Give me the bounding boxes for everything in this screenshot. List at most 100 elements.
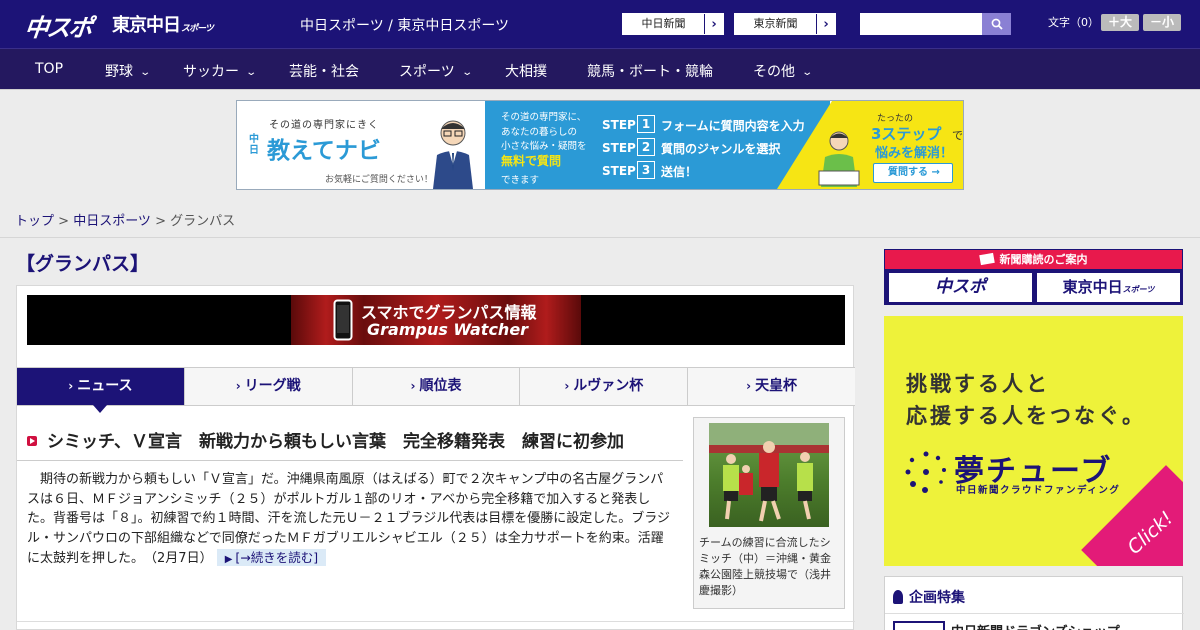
- nav-label: 野球: [105, 64, 133, 80]
- nav-label: 競馬・ボート・競輪: [587, 64, 713, 80]
- feature-heading-text: 企画特集: [909, 590, 965, 606]
- nav-item-other[interactable]: その他 ⌄: [753, 61, 814, 81]
- article-headline[interactable]: シミッチ、Ｖ宣言 新戦力から頼もしい言葉 完全移籍発表 練習に初参加: [27, 427, 624, 452]
- nav-item-sports[interactable]: スポーツ ⌄: [399, 61, 473, 81]
- ad-question-button: 質問する →: [873, 163, 953, 183]
- font-size-decrease-button[interactable]: －小: [1143, 14, 1181, 31]
- feature-heading: 企画特集: [893, 587, 965, 607]
- subscribe-tokyo-sub: スポーツ: [1122, 285, 1155, 294]
- step-label: STEP: [602, 118, 636, 132]
- chevron-right-icon: ›: [823, 16, 829, 32]
- tab-levain-cup[interactable]: › ルヴァン杯: [520, 368, 689, 405]
- ad-question-label: 質問する: [888, 167, 928, 178]
- subscription-header-text: 新聞購読のご案内: [999, 253, 1088, 266]
- ad-brand-prefix: 中日: [249, 134, 259, 156]
- feature-box: 企画特集 中日新聞ドラゴンズショップ: [884, 576, 1184, 630]
- smartphone-icon: [333, 299, 353, 341]
- subscription-box: 新聞購読のご案内 中スポ 東京中日スポーツ: [884, 249, 1183, 305]
- tokyo-shimbun-link[interactable]: 東京新聞 ›: [734, 13, 836, 35]
- chevron-right-icon: ›: [564, 379, 570, 393]
- chevron-right-icon: ›: [711, 16, 717, 32]
- tab-label: ニュース: [77, 378, 133, 394]
- step-label: STEP: [602, 164, 636, 178]
- top-header: 中スポ 東京中日スポーツ 中日スポーツ / 東京中日スポーツ 中日新聞 › 東京…: [0, 0, 1200, 48]
- subscribe-chuspo-button[interactable]: 中スポ: [889, 273, 1032, 302]
- page-title: 【グランパス】: [16, 253, 150, 275]
- chunichi-shimbun-label: 中日新聞: [623, 14, 705, 34]
- ad-mid-text3: 小さな悩み・疑問を: [501, 141, 587, 152]
- search-button[interactable]: [982, 13, 1011, 35]
- step1-num: 1: [637, 115, 655, 133]
- subscription-header: 新聞購読のご案内: [885, 250, 1182, 269]
- read-more-link[interactable]: ▶ [→続きを読む]: [216, 549, 327, 567]
- article-photo[interactable]: [709, 423, 829, 527]
- divider: [17, 460, 683, 461]
- ad-line2: 応援する人をつなぐ。: [906, 404, 1146, 428]
- newspaper-icon: [978, 252, 995, 266]
- tab-label: ルヴァン杯: [573, 378, 644, 394]
- nav-item-entertainment[interactable]: 芸能・社会: [289, 61, 359, 81]
- logo-chuspo[interactable]: 中スポ: [23, 8, 93, 43]
- play-bullet-icon: [27, 436, 37, 446]
- ad-brand-sub: 中日新聞クラウドファンディング: [956, 485, 1121, 496]
- step3-num: 3: [637, 161, 655, 179]
- tab-news[interactable]: › ニュース: [17, 368, 185, 413]
- tab-label: 天皇杯: [755, 378, 798, 394]
- read-more-label: [→続きを読む]: [235, 550, 319, 566]
- ad-right-big: 3ステップ: [871, 125, 942, 143]
- person-illustration-icon: [433, 120, 473, 189]
- triangle-right-icon: ▶: [224, 554, 233, 566]
- nav-label: 大相撲: [505, 64, 547, 80]
- font-size-increase-button[interactable]: ＋大: [1101, 14, 1139, 31]
- logo-tokyo-text: 東京中日: [112, 15, 181, 36]
- tab-label: 順位表: [419, 378, 462, 394]
- divider: [17, 621, 855, 622]
- article-photo-box: チームの練習に合流したシミッチ（中）＝沖縄・黄金森公園陸上競技場で（浅井慶撮影）: [693, 417, 845, 609]
- banner-line2: Grampus Watcher: [367, 320, 529, 339]
- feature-thumbnail[interactable]: [893, 621, 945, 630]
- chunichi-shimbun-link[interactable]: 中日新聞 ›: [622, 13, 724, 35]
- tab-label: リーグ戦: [244, 378, 301, 394]
- logo-tokyo-chunichi[interactable]: 東京中日スポーツ: [112, 11, 214, 37]
- step1-text: フォームに質問内容を入力: [661, 119, 805, 133]
- nav-item-baseball[interactable]: 野球 ⌄: [105, 61, 151, 81]
- photo-caption: チームの練習に合流したシミッチ（中）＝沖縄・黄金森公園陸上競技場で（浅井慶撮影）: [699, 536, 831, 597]
- site-title: 中日スポーツ / 東京中日スポーツ: [300, 18, 510, 34]
- yume-tube-ad[interactable]: 挑戦する人と 応援する人をつなぐ。 夢チューブ 中日新聞クラウドファンディング …: [884, 316, 1183, 566]
- nav-item-top[interactable]: TOP: [35, 61, 63, 77]
- nav-label: 芸能・社会: [289, 64, 359, 80]
- soccer-players-photo-icon: [709, 423, 829, 522]
- nav-item-soccer[interactable]: サッカー ⌄: [183, 61, 258, 81]
- person-laptop-icon: [818, 131, 860, 187]
- ad-mid-highlight: 無料で質問: [501, 154, 562, 168]
- step-label: STEP: [602, 141, 636, 155]
- chevron-down-icon: ⌄: [801, 67, 814, 78]
- breadcrumb-section[interactable]: 中日スポーツ: [73, 214, 151, 229]
- tab-league[interactable]: › リーグ戦: [185, 368, 353, 405]
- chevron-down-icon: ⌄: [245, 67, 258, 78]
- subscribe-tokyo-chunichi-button[interactable]: 東京中日スポーツ: [1037, 273, 1180, 302]
- nav-item-racing[interactable]: 競馬・ボート・競輪: [587, 61, 713, 81]
- ad-mid-text4: できます: [501, 175, 540, 186]
- chevron-right-icon: ›: [68, 379, 74, 393]
- grampus-watcher-banner[interactable]: スマホでグランパス情報 Grampus Watcher: [27, 295, 845, 345]
- search-input[interactable]: [860, 13, 982, 35]
- breadcrumb: トップ > 中日スポーツ > グランパス: [0, 200, 1200, 238]
- ad-right-de: で: [952, 129, 963, 142]
- chevron-right-icon: ›: [410, 379, 416, 393]
- breadcrumb-current: グランパス: [170, 214, 236, 229]
- article-headline-text: シミッチ、Ｖ宣言 新戦力から頼もしい言葉 完全移籍発表 練習に初参加: [47, 432, 624, 452]
- breadcrumb-home[interactable]: トップ: [15, 214, 54, 229]
- main-nav: TOP 野球 ⌄ サッカー ⌄ 芸能・社会 スポーツ ⌄ 大相撲 競馬・ボート・競輪 …: [0, 48, 1200, 89]
- ad-note: お気軽にご質問ください！: [325, 175, 433, 185]
- nav-item-sumo[interactable]: 大相撲: [505, 61, 547, 81]
- oshiete-navi-ad-banner[interactable]: その道の専門家にきく 中日 教えてナビ お気軽にご質問ください！ その道の専門家…: [236, 100, 964, 190]
- breadcrumb-separator: >: [54, 214, 74, 229]
- tab-emperors-cup[interactable]: › 天皇杯: [688, 368, 855, 405]
- divider: [885, 613, 1184, 614]
- tab-standings[interactable]: › 順位表: [353, 368, 521, 405]
- tab-bar: › ニュース › リーグ戦 › 順位表 › ルヴァン杯 › 天皇杯: [17, 367, 855, 413]
- feature-item-link[interactable]: 中日新聞ドラゴンズショップ: [951, 621, 1120, 630]
- ad-right-sub: 悩みを解消！: [875, 146, 954, 161]
- chevron-right-icon: ›: [235, 379, 241, 393]
